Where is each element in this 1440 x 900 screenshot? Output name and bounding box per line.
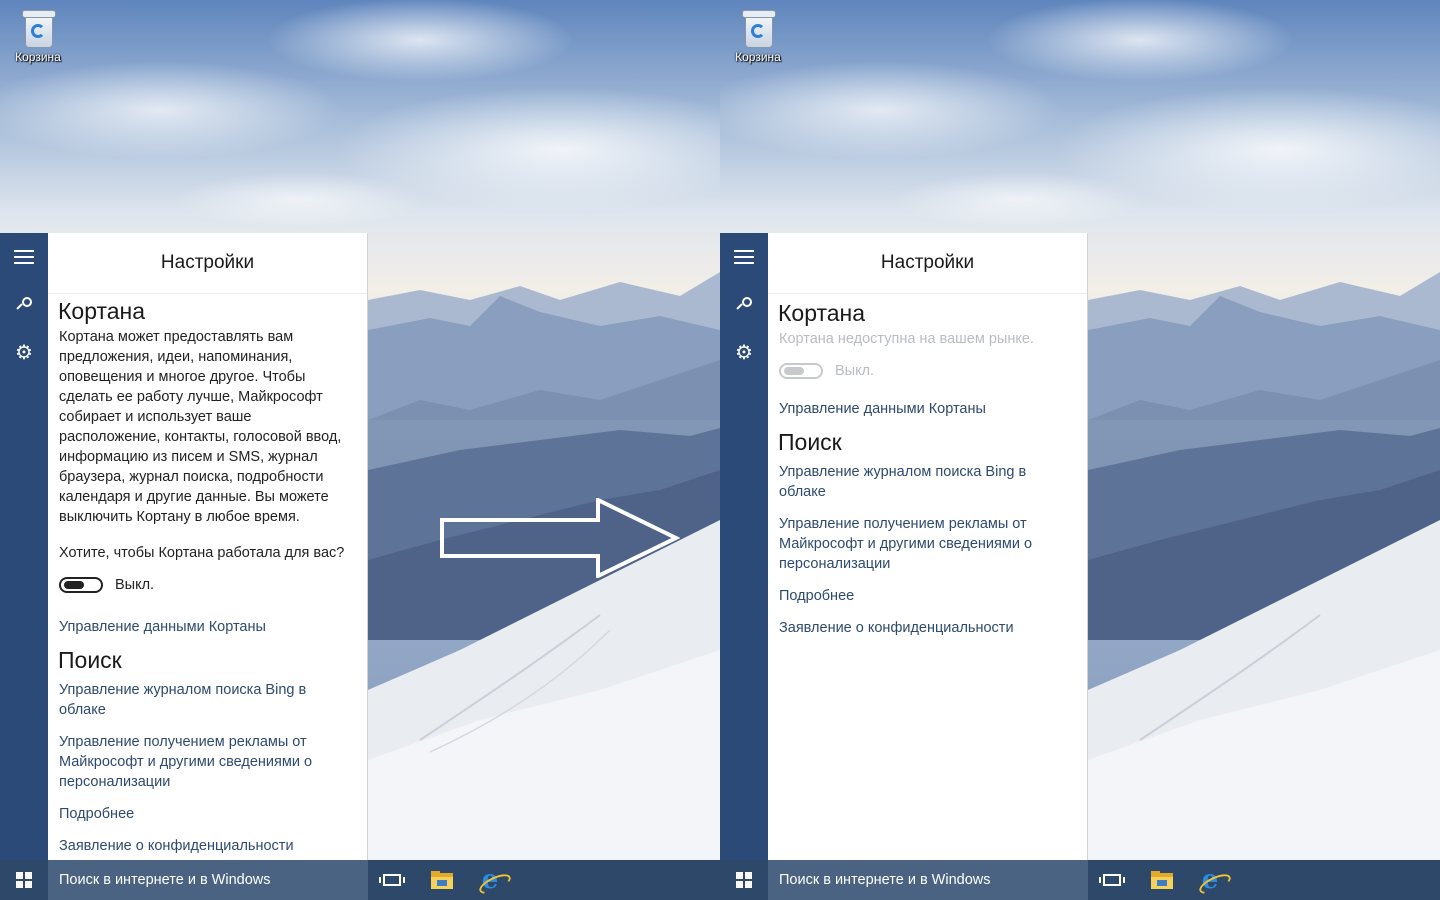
cortana-toggle	[779, 363, 823, 379]
gear-icon: ⚙	[735, 342, 753, 364]
start-button[interactable]	[0, 860, 48, 900]
learn-more-link[interactable]: Подробнее	[59, 804, 356, 824]
cortana-toggle[interactable]	[59, 577, 103, 593]
menu-button[interactable]	[720, 237, 768, 277]
internet-explorer-icon: e	[481, 865, 499, 895]
internet-explorer-icon: e	[1201, 865, 1219, 895]
recycle-bin-icon	[22, 8, 56, 48]
file-explorer-button[interactable]	[418, 860, 466, 900]
search-button[interactable]	[0, 285, 48, 325]
search-heading: Поиск	[58, 647, 122, 673]
taskbar-search-box[interactable]: Поиск в интернете и в Windows	[768, 860, 1088, 900]
cortana-question: Хотите, чтобы Кортана работала для вас?	[59, 545, 345, 561]
internet-explorer-button[interactable]: e	[1186, 860, 1234, 900]
search-icon	[16, 297, 32, 313]
screen-after: Корзина ⚙ Настройки Кортана Кортана недо…	[720, 0, 1440, 900]
search-button[interactable]	[720, 285, 768, 325]
gear-icon: ⚙	[15, 342, 33, 364]
recycle-bin-icon	[742, 8, 776, 48]
file-explorer-button[interactable]	[1138, 860, 1186, 900]
hamburger-icon	[14, 246, 34, 268]
taskbar-search-box[interactable]: Поиск в интернете и в Windows	[48, 860, 368, 900]
task-view-icon	[379, 874, 405, 886]
windows-logo-icon	[736, 872, 752, 888]
settings-button[interactable]: ⚙	[720, 333, 768, 373]
recycle-bin-shortcut[interactable]: Корзина	[730, 8, 786, 64]
manage-cortana-data-link[interactable]: Управление данными Кортаны	[779, 399, 1076, 419]
cortana-description: Кортана может предоставлять вам предложе…	[59, 329, 342, 525]
recycle-bin-shortcut[interactable]: Корзина	[10, 8, 66, 64]
settings-panel: Настройки Кортана Кортана может предоста…	[48, 233, 368, 860]
ads-personalization-link[interactable]: Управление получением рекламы от Майкрос…	[59, 732, 356, 792]
search-icon	[736, 297, 752, 313]
privacy-statement-link[interactable]: Заявление о конфиденциальности	[779, 618, 1076, 638]
windows-logo-icon	[16, 872, 32, 888]
bing-history-link[interactable]: Управление журналом поиска Bing в облаке	[779, 462, 1076, 502]
cortana-toggle-row: Выкл.	[779, 359, 1076, 383]
cortana-unavailable-text: Кортана недоступна на вашем рынке.	[779, 331, 1034, 347]
bing-history-link[interactable]: Управление журналом поиска Bing в облаке	[59, 680, 356, 720]
hamburger-icon	[734, 246, 754, 268]
task-view-icon	[1099, 874, 1125, 886]
settings-button[interactable]: ⚙	[0, 333, 48, 373]
recycle-bin-label: Корзина	[735, 50, 781, 64]
file-explorer-icon	[1151, 871, 1173, 889]
cortana-toggle-label: Выкл.	[115, 577, 155, 593]
menu-button[interactable]	[0, 237, 48, 277]
file-explorer-icon	[431, 871, 453, 889]
start-button[interactable]	[720, 860, 768, 900]
learn-more-link[interactable]: Подробнее	[779, 586, 1076, 606]
cortana-heading: Кортана	[58, 298, 146, 324]
cortana-toggle-label: Выкл.	[835, 363, 875, 379]
taskbar: Поиск в интернете и в Windows e	[720, 860, 1440, 900]
taskbar: Поиск в интернете и в Windows e	[0, 860, 720, 900]
arrow-right-icon	[440, 498, 680, 578]
cortana-rail: ⚙	[720, 233, 768, 860]
manage-cortana-data-link[interactable]: Управление данными Кортаны	[59, 617, 356, 637]
privacy-statement-link[interactable]: Заявление о конфиденциальности	[59, 836, 356, 856]
panel-title: Настройки	[48, 233, 367, 294]
recycle-bin-label: Корзина	[15, 50, 61, 64]
internet-explorer-button[interactable]: e	[466, 860, 514, 900]
cortana-toggle-row: Выкл.	[59, 573, 356, 597]
cortana-rail: ⚙	[0, 233, 48, 860]
cortana-heading: Кортана	[778, 300, 866, 326]
ads-personalization-link[interactable]: Управление получением рекламы от Майкрос…	[779, 514, 1076, 574]
panel-title: Настройки	[768, 233, 1087, 294]
search-heading: Поиск	[778, 429, 842, 455]
task-view-button[interactable]	[1088, 860, 1136, 900]
task-view-button[interactable]	[368, 860, 416, 900]
settings-panel: Настройки Кортана Кортана недоступна на …	[768, 233, 1088, 860]
screen-before: Корзина ⚙ Настройки Кортана Кортана може…	[0, 0, 720, 900]
